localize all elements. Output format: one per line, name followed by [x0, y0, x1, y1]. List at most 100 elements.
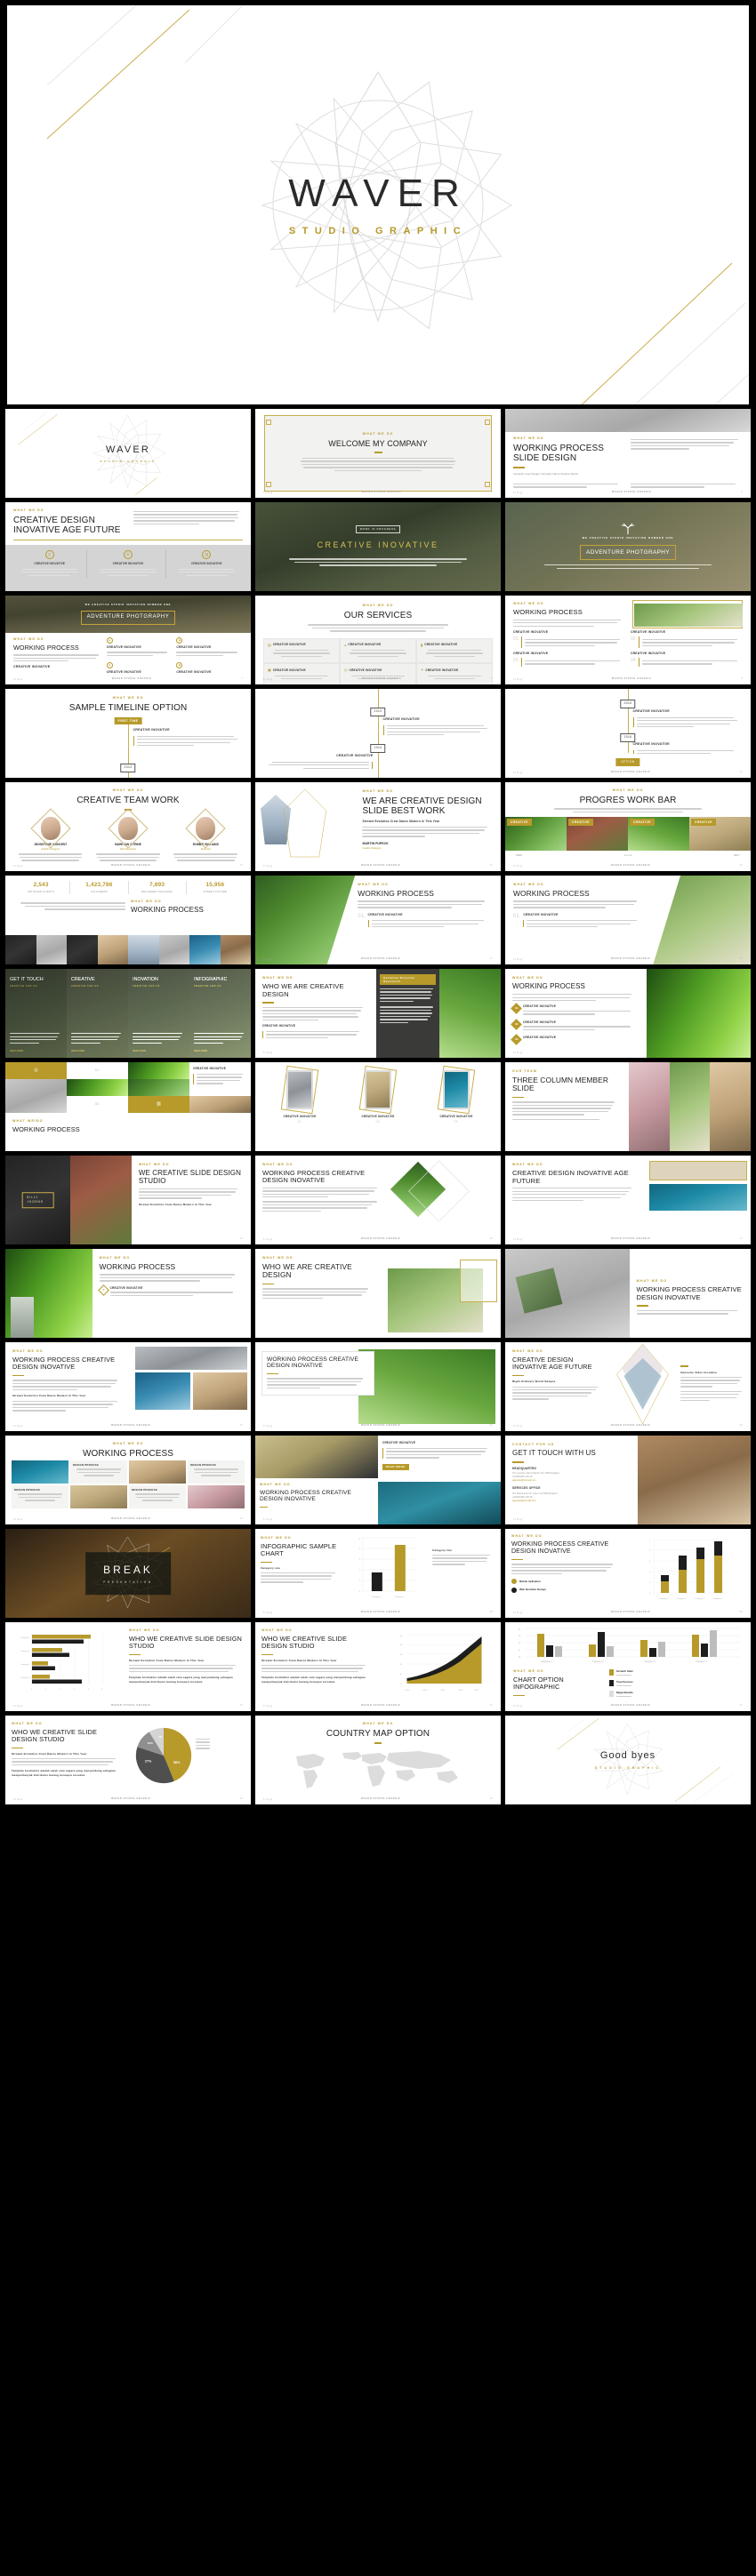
column-panel[interactable]: INOVATION CREATIVE FOR US READ MORE: [128, 969, 189, 1058]
social-icons[interactable]: f t in g: [263, 1051, 272, 1054]
frame-item[interactable]: CREATIVE INOVATIVE 02.: [342, 1065, 414, 1124]
mosaic-photo[interactable]: [67, 935, 98, 964]
mosaic-photo[interactable]: [67, 1079, 128, 1096]
mosaic-photo[interactable]: [188, 1485, 245, 1509]
social-icons[interactable]: f t in g: [263, 1704, 272, 1708]
office-email[interactable]: ajjanvisk@hotmail.com: [512, 1479, 631, 1483]
slide-chart-option-infographic[interactable]: 0 1 2 4 5 Category 1 Category 2 Category 3…: [505, 1622, 751, 1711]
slide-working-process-bowl[interactable]: WHAT WE DO WORKING PROCESS 01. CREATIVE …: [505, 876, 751, 964]
social-icons[interactable]: f t in g: [263, 1611, 272, 1614]
world-map[interactable]: [255, 1748, 501, 1794]
mosaic-photo[interactable]: [220, 935, 251, 964]
slide-our-services[interactable]: WHAT WE DO OUR SERVICES ▤ CREATIVE INOVAT…: [255, 596, 501, 684]
slide-working-process-dragonfly[interactable]: WORKING PROCESS CREATIVE DESIGN INOVATIV…: [255, 1342, 501, 1431]
slide-good-byes[interactable]: Good byes STUDIO GRAPHIC: [505, 1716, 751, 1804]
slide-cover-logo[interactable]: WAVER STUDIO GRAPHIC: [5, 409, 251, 498]
social-icons[interactable]: f t in g: [263, 677, 272, 681]
slide-working-process-book[interactable]: WHAT WE DO WORKING PROCESS CREATIVE DESI…: [505, 1249, 751, 1338]
slide-pie-chart[interactable]: WHAT WE DO WHO WE CREATIVE SLIDE DESIGN …: [5, 1716, 251, 1804]
social-icons[interactable]: f t in g: [513, 1611, 522, 1614]
social-icons[interactable]: f t in g: [263, 864, 272, 868]
slide-working-process-car[interactable]: WHAT WE DO WORKING PROCESS CREATIVE INOV…: [505, 596, 751, 684]
slide-get-it-touch-columns[interactable]: GET IT TOUCH CREATIVE FOR US READ MORE C…: [5, 969, 251, 1058]
column-panel[interactable]: INFOGRAPHIC CREATIVE FOR US READ MORE: [189, 969, 251, 1058]
slide-working-process-building[interactable]: WHAT WE DO WORKING PROCESS ✦ CREATIVE IN…: [5, 1249, 251, 1338]
slide-mosaic-working-process[interactable]: ◎ 01. CREATIVE INOVATIVE 02. ▥ 04. WHAT …: [5, 1062, 251, 1151]
social-icons[interactable]: f t in g: [263, 1797, 272, 1801]
team-member[interactable]: MARKVAN CITRINE Web Developer: [91, 808, 165, 863]
slide-creative-team-work[interactable]: WHAT WE DO CREATIVE TEAM WORK JHONSTONE …: [5, 782, 251, 871]
slide-who-we-are-flowers[interactable]: WHAT WE DO WHO WE ARE CREATIVE DESIGN: [255, 1249, 501, 1338]
mosaic-icon-tile[interactable]: ▥: [128, 1096, 189, 1113]
gallery-photo[interactable]: CREATIVE: [505, 817, 567, 852]
social-icons[interactable]: f t in g: [513, 677, 522, 681]
slide-working-process-palm[interactable]: WHAT WE DO WORKING PROCESS 01 CREATIVE I…: [505, 969, 751, 1058]
slide-creative-design-future[interactable]: WHAT WE DO CREATIVE DESIGN INOVATIVE AGE…: [505, 1156, 751, 1244]
slide-working-process-mosaic2[interactable]: WHAT WE DO WORKING PROCESS DESIGN PROCES…: [5, 1436, 251, 1524]
member-photo[interactable]: [710, 1062, 751, 1151]
mosaic-photo[interactable]: [128, 935, 159, 964]
team-member[interactable]: ROBBIE WILLIAMS Illustrator: [169, 808, 243, 863]
slide-adventure-working[interactable]: WE CREATIVE STUDIO INOVATION NUMBER ONE …: [5, 596, 251, 684]
slide-timeline-mid[interactable]: 2013 CREATIVE INOVATIVE 2014 CREATIVE IN…: [255, 689, 501, 778]
next-button[interactable]: NEXT: [734, 854, 740, 858]
slide-creative-design-diamond[interactable]: WHAT WE DO CREATIVE DESIGN INOVATIVE AGE…: [505, 1342, 751, 1431]
social-icons[interactable]: f t in g: [513, 957, 522, 961]
slide-creative-design-age[interactable]: WHAT WE DO CREATIVE DESIGN INOVATIVE AGE…: [5, 502, 251, 591]
read-more-link[interactable]: READ MORE: [194, 1050, 207, 1053]
slide-area-chart[interactable]: WHAT WE DO WHO WE CREATIVE SLIDE DESIGN …: [255, 1622, 501, 1711]
slide-we-are-creative-best[interactable]: WHAT WE DO WE ARE CREATIVE DESIGN SLIDE …: [255, 782, 501, 871]
social-icons[interactable]: f t in g: [263, 1424, 272, 1428]
mosaic-photo[interactable]: [5, 935, 36, 964]
team-member[interactable]: JHONSTONE VOINCENT Graphic Designer: [13, 808, 87, 863]
slide-working-process-green[interactable]: WHAT WE DO WORKING PROCESS 01. CREATIVE …: [255, 876, 501, 964]
mosaic-photo[interactable]: [129, 1460, 186, 1484]
social-icons[interactable]: f t in g: [263, 491, 272, 494]
slide-creative-inovative-hero[interactable]: WORK IN PROGRESS CREATIVE INOVATIVE: [255, 502, 501, 591]
social-icons[interactable]: f t in g: [263, 957, 272, 961]
slide-progres-work-bar[interactable]: WHAT WE DO PROGRES WORK BAR CREATIVE CRE…: [505, 782, 751, 871]
mosaic-icon-tile[interactable]: ◎: [5, 1062, 67, 1079]
slide-timeline-end[interactable]: 2015 CREATIVE INOVATIVE 2016 CREATIVE IN…: [505, 689, 751, 778]
slide-stacked-bar[interactable]: WHAT WE DO WORKING PROCESS CREATIVE DESI…: [505, 1529, 751, 1618]
prev-button[interactable]: PREV: [516, 854, 522, 858]
office-email-2[interactable]: agentest@hotmail.com: [512, 1500, 631, 1503]
member-photo[interactable]: [628, 1062, 670, 1151]
social-icons[interactable]: f t in g: [13, 1517, 22, 1521]
social-icons[interactable]: f t in g: [263, 1517, 272, 1521]
slide-break[interactable]: BREAK PRESENTATION: [5, 1529, 251, 1618]
social-icons[interactable]: f t in g: [513, 1704, 522, 1708]
frame-item[interactable]: CREATIVE INOVATIVE 03.: [420, 1065, 493, 1124]
slide-billy-jhoens[interactable]: BILLY JHOENS WHAT WE DO WE CREATIVE SLID…: [5, 1156, 251, 1244]
carousel-dots[interactable]: ● ● ● ●: [624, 854, 632, 858]
social-icons[interactable]: f t in g: [13, 1797, 22, 1801]
read-more-link[interactable]: READ MORE: [133, 1050, 146, 1053]
mosaic-photo[interactable]: [128, 1062, 189, 1079]
social-icons[interactable]: f t in g: [263, 1237, 272, 1241]
social-icons[interactable]: f t in g: [513, 771, 522, 774]
social-icons[interactable]: f t in g: [13, 864, 22, 868]
mosaic-photo[interactable]: [70, 1485, 127, 1509]
gallery-photo[interactable]: CREATIVE: [628, 817, 689, 852]
slide-working-process-diamond[interactable]: WHAT WE DO WORKING PROCESS CREATIVE DESI…: [255, 1156, 501, 1244]
slide-sample-timeline[interactable]: WHAT WE DO SAMPLE TIMELINE OPTION FIRST …: [5, 689, 251, 778]
social-icons[interactable]: f t in g: [13, 1424, 22, 1428]
slide-welcome[interactable]: WHAT WE DO WELCOME MY COMPANY f t in g W…: [255, 409, 501, 498]
social-icons[interactable]: f t in g: [513, 491, 522, 494]
slide-country-map-option[interactable]: WHAT WE DO COUNTRY MAP OPTION f t in g W…: [255, 1716, 501, 1804]
slide-adventure-photography[interactable]: WE CREATIVE STUDIO INOVATION NUMBER ONE …: [505, 502, 751, 591]
social-icons[interactable]: f t in g: [513, 1517, 522, 1521]
read-more-button[interactable]: READ MORE: [382, 1463, 409, 1471]
slide-working-process-shore[interactable]: WHAT WE DO WORKING PROCESS CREATIVE DESI…: [5, 1342, 251, 1431]
social-icons[interactable]: f t in g: [13, 677, 22, 681]
mosaic-photo[interactable]: [36, 935, 67, 964]
mosaic-photo[interactable]: [5, 1079, 67, 1113]
slide-get-it-touch-with-us[interactable]: CONTACT FOR US GET IT TOUCH WITH US HEAD…: [505, 1436, 751, 1524]
member-photo[interactable]: [669, 1062, 711, 1151]
social-icons[interactable]: f t in g: [513, 1424, 522, 1428]
mosaic-photo[interactable]: [158, 935, 189, 964]
mosaic-photo[interactable]: [128, 1079, 189, 1096]
slide-horizontal-bar[interactable]: Category 1 Category 2 Category 3 Category …: [5, 1622, 251, 1711]
slide-working-process-boat[interactable]: WHAT WE DO WORKING PROCESS CREATIVE DESI…: [255, 1436, 501, 1524]
social-icons[interactable]: f t in g: [13, 1704, 22, 1708]
